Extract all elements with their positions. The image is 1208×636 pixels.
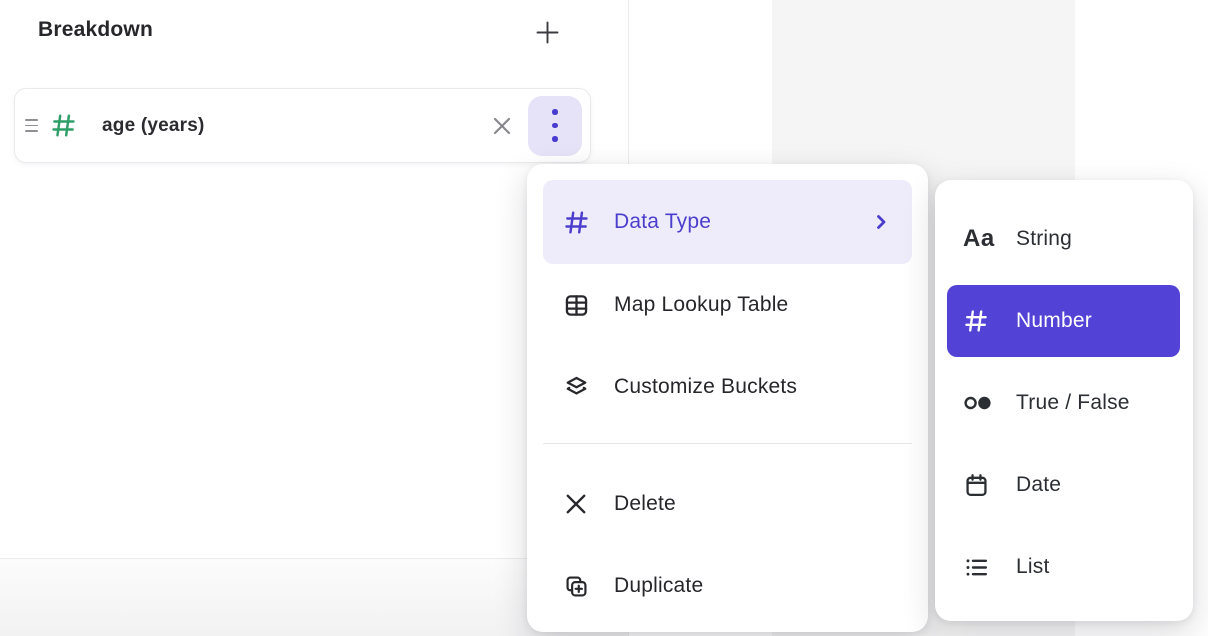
submenu-item-date[interactable]: Date [947,444,1180,526]
submenu-item-label: True / False [1016,391,1130,415]
menu-item-data-type[interactable]: Data Type [543,180,912,264]
remove-field-button[interactable] [490,114,514,138]
submenu-item-string[interactable]: Aa String [947,198,1180,280]
close-icon [490,114,514,138]
calendar-icon [963,472,1007,499]
menu-divider [543,443,912,444]
duplicate-icon [563,573,590,600]
submenu-item-label: List [1016,555,1049,579]
add-breakdown-button[interactable] [529,14,565,50]
layers-icon [563,374,590,401]
menu-item-label: Customize Buckets [614,375,797,399]
app-screen: Breakdown age (years) [0,0,1208,636]
boolean-icon [963,390,1007,416]
hash-icon [963,308,1007,334]
page-title: Breakdown [38,18,153,42]
submenu-item-true-false[interactable]: True / False [947,362,1180,444]
drag-handle-icon[interactable] [25,119,39,131]
kebab-dot [552,123,557,128]
submenu-item-list[interactable]: List [947,526,1180,608]
field-options-menu: Data Type Map Lookup Table [527,164,928,632]
menu-item-label: Duplicate [614,574,703,598]
breakdown-field-card[interactable]: age (years) [14,88,591,163]
plus-icon [534,19,561,46]
list-icon [963,554,1007,581]
field-label: age (years) [102,115,205,137]
submenu-item-label: String [1016,227,1072,251]
menu-item-label: Map Lookup Table [614,293,788,317]
aa-icon: Aa [963,225,1007,253]
menu-item-delete[interactable]: Delete [543,463,912,545]
chevron-right-icon [872,213,890,231]
submenu-item-number[interactable]: Number [947,285,1180,357]
kebab-dot [552,109,557,114]
hash-icon [50,112,77,139]
menu-item-duplicate[interactable]: Duplicate [543,545,912,627]
submenu-item-label: Date [1016,473,1061,497]
hash-icon [563,209,590,236]
menu-item-customize-buckets[interactable]: Customize Buckets [543,346,912,428]
field-options-button[interactable] [528,96,582,156]
table-icon [563,292,590,319]
menu-item-label: Delete [614,492,676,516]
data-type-submenu: Aa String Number True / False [935,180,1193,621]
submenu-item-label: Number [1016,309,1092,333]
kebab-dot [552,136,557,141]
menu-item-label: Data Type [614,210,711,234]
x-icon [563,491,590,517]
menu-item-map-lookup-table[interactable]: Map Lookup Table [543,264,912,346]
